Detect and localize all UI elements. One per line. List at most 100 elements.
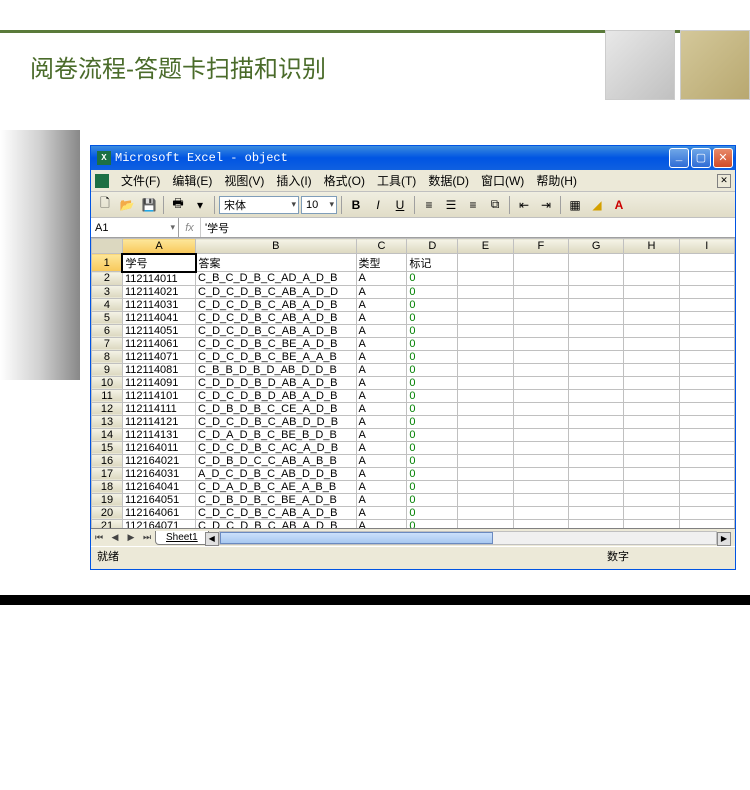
cell[interactable] bbox=[568, 337, 623, 350]
font-size-select[interactable]: 10 bbox=[301, 196, 337, 214]
cell[interactable]: C_D_B_D_C_C_AB_A_B_B bbox=[196, 454, 356, 467]
cell[interactable]: 0 bbox=[407, 272, 458, 286]
cell[interactable]: 112164011 bbox=[122, 441, 195, 454]
cell[interactable]: 标记 bbox=[407, 254, 458, 272]
tab-prev-icon[interactable]: ◀ bbox=[107, 530, 123, 546]
cell[interactable] bbox=[624, 428, 679, 441]
row-header[interactable]: 1 bbox=[92, 254, 123, 272]
cell[interactable]: A bbox=[356, 506, 407, 519]
menu-tools[interactable]: 工具(T) bbox=[371, 170, 422, 191]
cell[interactable] bbox=[568, 480, 623, 493]
cell[interactable] bbox=[679, 254, 734, 272]
cell[interactable] bbox=[679, 441, 734, 454]
cell[interactable] bbox=[458, 285, 513, 298]
cell[interactable] bbox=[679, 311, 734, 324]
cell[interactable]: C_D_C_D_B_C_AB_A_D_B bbox=[196, 506, 356, 519]
font-name-select[interactable]: 宋体 bbox=[219, 196, 299, 214]
horizontal-scrollbar[interactable]: ◀ ▶ bbox=[219, 531, 717, 545]
cell[interactable]: 112114081 bbox=[122, 363, 195, 376]
cell[interactable]: 112114111 bbox=[122, 402, 195, 415]
cell[interactable]: C_D_C_D_B_C_AB_A_D_D bbox=[196, 285, 356, 298]
cell[interactable]: A bbox=[356, 493, 407, 506]
cell[interactable] bbox=[568, 363, 623, 376]
cell[interactable] bbox=[513, 519, 568, 528]
cell[interactable] bbox=[679, 363, 734, 376]
cell[interactable]: 112164031 bbox=[122, 467, 195, 480]
cell[interactable] bbox=[458, 415, 513, 428]
print-icon[interactable]: 🖶 bbox=[168, 195, 188, 215]
cell[interactable] bbox=[568, 254, 623, 272]
row-header[interactable]: 21 bbox=[92, 519, 123, 528]
cell[interactable]: A bbox=[356, 363, 407, 376]
cell[interactable] bbox=[513, 454, 568, 467]
cell[interactable]: 类型 bbox=[356, 254, 407, 272]
cell[interactable] bbox=[568, 441, 623, 454]
cell[interactable]: 0 bbox=[407, 389, 458, 402]
cell[interactable] bbox=[679, 415, 734, 428]
cell[interactable] bbox=[458, 254, 513, 272]
cell[interactable] bbox=[458, 493, 513, 506]
minimize-button[interactable]: _ bbox=[669, 148, 689, 168]
cell[interactable]: C_D_B_D_B_C_CE_A_D_B bbox=[196, 402, 356, 415]
cell[interactable]: 0 bbox=[407, 467, 458, 480]
cell[interactable] bbox=[624, 376, 679, 389]
cell[interactable] bbox=[624, 480, 679, 493]
cell[interactable] bbox=[458, 402, 513, 415]
indent-dec-icon[interactable]: ⇤ bbox=[514, 195, 534, 215]
cell[interactable]: A bbox=[356, 480, 407, 493]
cell[interactable]: C_D_D_D_B_D_AB_A_D_B bbox=[196, 376, 356, 389]
cell[interactable]: 0 bbox=[407, 350, 458, 363]
cell[interactable] bbox=[679, 350, 734, 363]
cell[interactable] bbox=[458, 363, 513, 376]
cell[interactable]: 0 bbox=[407, 480, 458, 493]
row-header[interactable]: 8 bbox=[92, 350, 123, 363]
cell[interactable] bbox=[568, 519, 623, 528]
cell[interactable] bbox=[624, 454, 679, 467]
cell[interactable] bbox=[679, 389, 734, 402]
row-header[interactable]: 5 bbox=[92, 311, 123, 324]
align-left-icon[interactable]: ≡ bbox=[419, 195, 439, 215]
borders-icon[interactable]: ▦ bbox=[565, 195, 585, 215]
cell[interactable]: 112114041 bbox=[122, 311, 195, 324]
row-header[interactable]: 11 bbox=[92, 389, 123, 402]
row-header[interactable]: 7 bbox=[92, 337, 123, 350]
new-icon[interactable]: 🗋 bbox=[95, 195, 115, 215]
cell[interactable]: C_D_B_D_B_C_BE_A_D_B bbox=[196, 493, 356, 506]
menu-file[interactable]: 文件(F) bbox=[115, 170, 166, 191]
cell[interactable] bbox=[624, 350, 679, 363]
more-icon[interactable]: ▾ bbox=[190, 195, 210, 215]
cell[interactable]: 学号 bbox=[122, 254, 195, 272]
tab-next-icon[interactable]: ▶ bbox=[123, 530, 139, 546]
cell[interactable]: A bbox=[356, 298, 407, 311]
cell[interactable] bbox=[458, 350, 513, 363]
cell[interactable]: 112164041 bbox=[122, 480, 195, 493]
cell[interactable]: A bbox=[356, 441, 407, 454]
row-header[interactable]: 14 bbox=[92, 428, 123, 441]
row-header[interactable]: 13 bbox=[92, 415, 123, 428]
cell[interactable] bbox=[513, 428, 568, 441]
scroll-left-icon[interactable]: ◀ bbox=[205, 532, 219, 546]
cell[interactable] bbox=[624, 298, 679, 311]
cell[interactable]: A bbox=[356, 428, 407, 441]
spreadsheet-grid[interactable]: ABCDEFGHI 1学号答案类型标记2112114011C_B_C_D_B_C… bbox=[91, 238, 735, 528]
cell[interactable] bbox=[568, 415, 623, 428]
row-header[interactable]: 2 bbox=[92, 272, 123, 286]
row-header[interactable]: 18 bbox=[92, 480, 123, 493]
menu-edit[interactable]: 编辑(E) bbox=[166, 170, 218, 191]
merge-icon[interactable]: ⧉ bbox=[485, 195, 505, 215]
menu-view[interactable]: 视图(V) bbox=[218, 170, 270, 191]
cell[interactable] bbox=[624, 389, 679, 402]
cell[interactable] bbox=[624, 493, 679, 506]
maximize-button[interactable]: ▢ bbox=[691, 148, 711, 168]
font-color-icon[interactable]: A bbox=[609, 195, 629, 215]
menu-data[interactable]: 数据(D) bbox=[422, 170, 475, 191]
cell[interactable]: C_D_C_D_B_C_AB_A_D_B bbox=[196, 519, 356, 528]
cell[interactable] bbox=[458, 454, 513, 467]
cell[interactable]: A bbox=[356, 272, 407, 286]
cell[interactable] bbox=[624, 402, 679, 415]
row-header[interactable]: 6 bbox=[92, 324, 123, 337]
cell[interactable] bbox=[679, 454, 734, 467]
name-box[interactable]: A1 bbox=[91, 218, 179, 237]
cell[interactable]: C_D_C_D_B_C_AB_D_D_B bbox=[196, 415, 356, 428]
menu-insert[interactable]: 插入(I) bbox=[270, 170, 317, 191]
